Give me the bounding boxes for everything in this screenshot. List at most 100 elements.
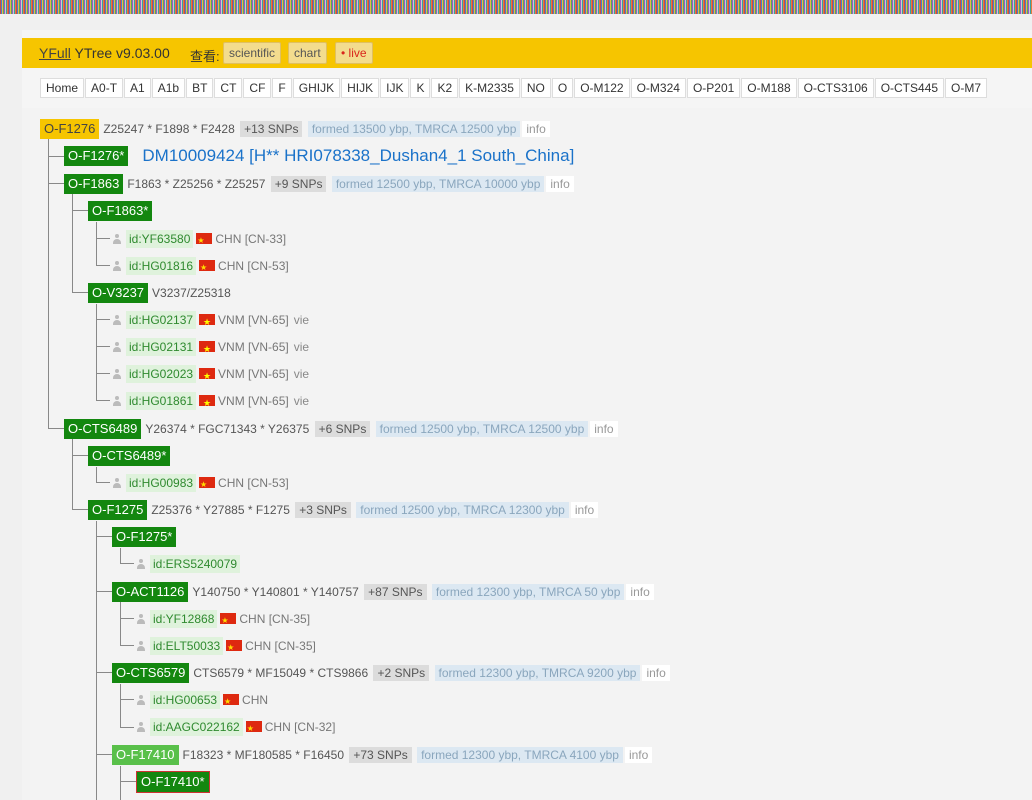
clade-node-o-act1126[interactable]: O-ACT1126 (112, 581, 189, 602)
tab-home[interactable]: Home (40, 78, 85, 98)
tree-connector (96, 521, 97, 800)
tree-connector (120, 548, 121, 564)
sample-id-link[interactable]: id:HG01816 (126, 256, 197, 275)
more-snps-badge[interactable]: +73 SNPs (349, 746, 412, 763)
sample-row: id:HG01861 VNM [VN-65] vie (112, 389, 309, 414)
clade-row-o-f17410: O-F17410 F18323 * MF180585 * F16450 +73 S… (112, 743, 653, 765)
clade-node-o-cts6489-star[interactable]: O-CTS6489* (88, 445, 171, 466)
clade-node-o-f1275[interactable]: O-F1275 (88, 499, 148, 520)
clade-node-o-f17410[interactable]: O-F17410 (112, 744, 179, 765)
tab-o-m7[interactable]: O-M7 (945, 78, 988, 98)
more-snps-badge[interactable]: +87 SNPs (364, 583, 427, 600)
formed-tmrca: formed 12300 ybp, TMRCA 50 ybp (431, 583, 625, 600)
view-label: 查看: (190, 49, 220, 64)
sample-id-link[interactable]: id:YF63580 (126, 229, 194, 248)
tab-o-m122[interactable]: O-M122 (574, 78, 630, 98)
tab-bt[interactable]: BT (186, 78, 214, 98)
clade-node-o-f1276[interactable]: O-F1276 (40, 118, 100, 139)
china-flag-icon (220, 610, 237, 632)
tree-connector (96, 754, 112, 755)
sample-row: id:HG01816 CHN [CN-53] (112, 254, 289, 279)
tab-k2[interactable]: K2 (431, 78, 459, 98)
china-flag-icon (245, 718, 262, 740)
tab-o-cts445[interactable]: O-CTS445 (874, 78, 945, 98)
clade-row-o-cts6579: O-CTS6579 CTS6579 * MF15049 * CTS9866 +2 … (112, 661, 670, 683)
yfull-link[interactable]: YFull (39, 45, 71, 61)
sample-id-link[interactable]: id:HG02131 (126, 337, 197, 356)
sample-country: CHN [CN-35] (239, 611, 311, 626)
view-chart-button[interactable]: chart (288, 42, 327, 64)
clade-row-o-f1276: O-F1276 Z25247 * F1898 * F2428 +13 SNPs f… (40, 117, 550, 139)
more-snps-badge[interactable]: +13 SNPs (240, 120, 303, 137)
tab-k-m2335[interactable]: K-M2335 (459, 78, 520, 98)
tab-cf[interactable]: CF (243, 78, 272, 98)
clade-node-o-f1275-star[interactable]: O-F1275* (112, 526, 177, 547)
more-snps-badge[interactable]: +2 SNPs (373, 664, 430, 681)
clade-row-o-f1863: O-F1863 F1863 * Z25256 * Z25257 +9 SNPs f… (64, 172, 574, 194)
tab-ijk[interactable]: IJK (380, 78, 410, 98)
info-link[interactable]: info (522, 120, 550, 137)
clade-node-o-cts6579[interactable]: O-CTS6579 (112, 662, 190, 683)
view-scientific-button[interactable]: scientific (223, 42, 282, 64)
sample-id-link[interactable]: id:HG01861 (126, 391, 197, 410)
tab-o-m324[interactable]: O-M324 (630, 78, 686, 98)
tab-hijk[interactable]: HIJK (341, 78, 380, 98)
sample-id-link[interactable]: id:HG00653 (150, 690, 221, 709)
sample-id-link[interactable]: id:ELT50033 (150, 636, 224, 655)
tree-connector (120, 645, 134, 646)
tab-o-m188[interactable]: O-M188 (741, 78, 797, 98)
person-icon (136, 613, 146, 624)
tab-ghijk[interactable]: GHIJK (292, 78, 341, 98)
sample-row: id:HG00653 CHN (136, 688, 269, 713)
tree-connector (120, 618, 134, 619)
sample-country: CHN (242, 692, 269, 707)
info-link[interactable]: info (642, 664, 670, 681)
tab-o[interactable]: O (551, 78, 574, 98)
clade-node-o-f1863-star[interactable]: O-F1863* (88, 200, 153, 221)
tab-a1b[interactable]: A1b (151, 78, 186, 98)
more-snps-badge[interactable]: +3 SNPs (295, 501, 351, 518)
info-link[interactable]: info (590, 420, 618, 437)
tree-connector (96, 238, 110, 239)
brand: YFull YTree v9.03.00 (39, 45, 170, 61)
tab-ct[interactable]: CT (214, 78, 243, 98)
sample-id-link[interactable]: id:ERS5240079 (150, 554, 241, 573)
tab-a0-t[interactable]: A0-T (85, 78, 124, 98)
more-snps-badge[interactable]: +9 SNPs (270, 175, 327, 192)
clade-node-o-f1863[interactable]: O-F1863 (64, 173, 124, 194)
tab-a1[interactable]: A1 (124, 78, 151, 98)
more-snps-badge[interactable]: +6 SNPs (314, 420, 371, 437)
clade-node-o-v3237[interactable]: O-V3237 (88, 282, 149, 303)
sample-id-link[interactable]: id:HG02137 (126, 310, 197, 329)
vietnam-flag-icon (199, 338, 216, 360)
snp-list: F1863 * Z25256 * Z25257 (127, 176, 266, 191)
sample-id-link[interactable]: id:HG00983 (126, 473, 197, 492)
info-link[interactable]: info (624, 746, 653, 763)
clade-node-o-f1276-star[interactable]: O-F1276* (64, 145, 129, 166)
clade-node-o-cts6489[interactable]: O-CTS6489 (64, 418, 142, 439)
tab-o-cts3106[interactable]: O-CTS3106 (797, 78, 874, 98)
clade-row-o-f1275: O-F1275 Z25376 * Y27885 * F1275 +3 SNPs f… (88, 498, 599, 520)
sample-country: CHN [CN-53] (218, 258, 289, 273)
view-live-button[interactable]: • live (335, 42, 373, 64)
tab-o-p201[interactable]: O-P201 (686, 78, 741, 98)
info-link[interactable]: info (570, 501, 599, 518)
tree-connector (48, 183, 64, 184)
formed-tmrca: formed 12300 ybp, TMRCA 9200 ybp (434, 664, 641, 681)
tab-no[interactable]: NO (520, 78, 551, 98)
sample-id-link[interactable]: id:HG02023 (126, 364, 197, 383)
clade-row-o-cts6489: O-CTS6489 Y26374 * FGC71343 * Y26375 +6 S… (64, 417, 618, 439)
info-link[interactable]: info (626, 583, 654, 600)
tab-f[interactable]: F (272, 78, 292, 98)
sample-id-link[interactable]: id:AAGC022162 (150, 717, 243, 736)
china-flag-icon (199, 257, 216, 279)
info-link[interactable]: info (546, 175, 574, 192)
sample-id-link[interactable]: id:YF12868 (150, 609, 218, 628)
vietnam-flag-icon (199, 365, 216, 387)
snp-list: Z25247 * F1898 * F2428 (103, 121, 235, 136)
tab-k[interactable]: K (410, 78, 431, 98)
clade-node-o-f17410-star[interactable]: O-F17410* (136, 770, 210, 793)
person-icon (112, 368, 122, 379)
clade-row-o-f1275-star: O-F1275* (112, 525, 177, 547)
snp-list: Z25376 * Y27885 * F1275 (151, 502, 290, 517)
